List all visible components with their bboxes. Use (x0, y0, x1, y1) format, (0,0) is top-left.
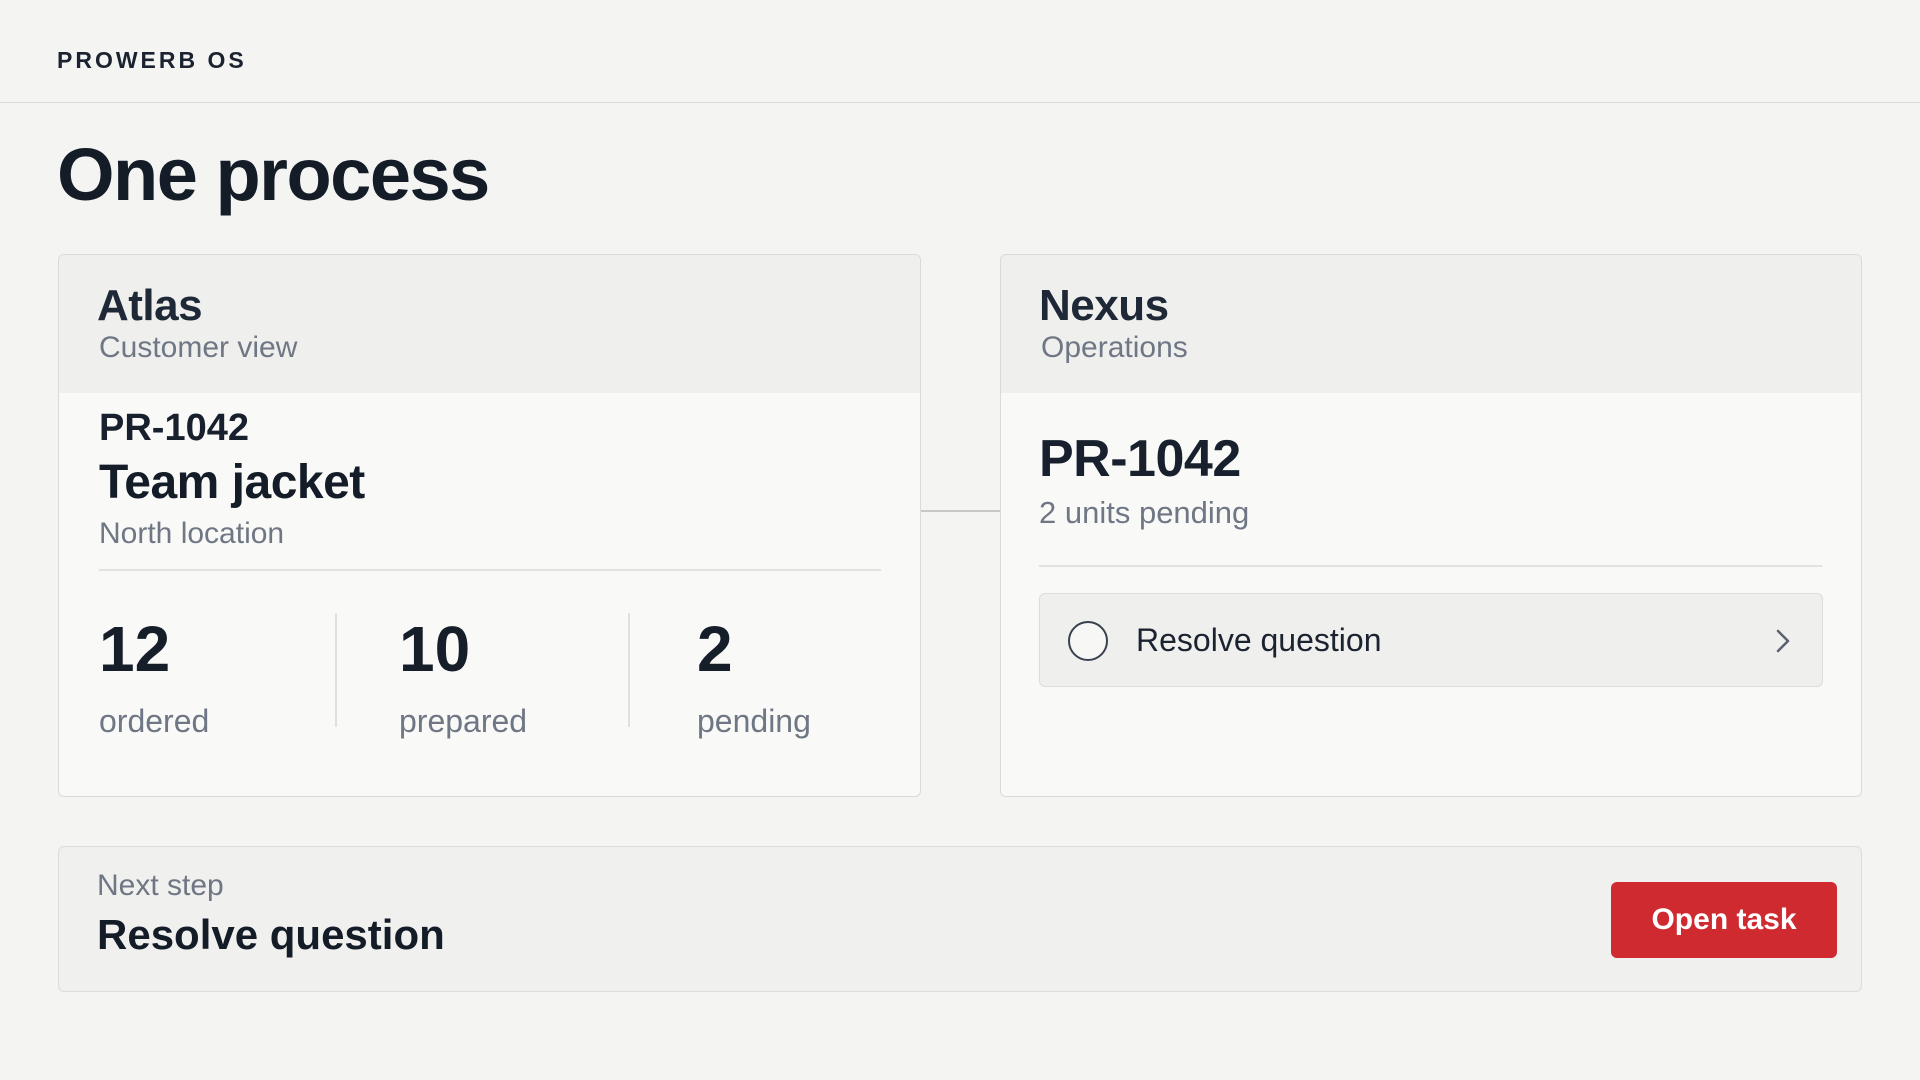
open-task-button[interactable]: Open task (1611, 882, 1837, 958)
nexus-divider (1039, 565, 1822, 567)
atlas-order-id: PR-1042 (99, 407, 249, 449)
next-step-title: Resolve question (97, 911, 445, 958)
stat-separator (335, 613, 337, 727)
stat-pending-label: pending (697, 703, 811, 739)
stat-ordered-value: 12 (99, 613, 171, 685)
atlas-location: North location (99, 517, 285, 550)
top-bar: PROWERB OS (0, 0, 1920, 103)
stat-pending-value: 2 (697, 613, 733, 685)
stat-prepared: 10 prepared (399, 605, 527, 740)
atlas-card-header: Atlas Customer view (59, 255, 920, 393)
nexus-card: Nexus Operations PR-1042 2 units pending… (1000, 254, 1862, 797)
stat-prepared-value: 10 (399, 613, 471, 685)
card-connector-line (921, 510, 1000, 512)
stat-prepared-label: prepared (399, 703, 528, 739)
brand-name: PROWERB OS (57, 47, 247, 73)
task-item-resolve-question[interactable]: Resolve question (1039, 593, 1823, 687)
atlas-divider (99, 569, 881, 571)
chevron-right-icon (1770, 624, 1796, 658)
atlas-card-title: Atlas (97, 281, 203, 330)
next-step-panel: Next step Resolve question Open task (58, 846, 1862, 992)
stat-ordered-label: ordered (99, 703, 210, 739)
stat-ordered: 12 ordered (99, 605, 209, 740)
nexus-pending-text: 2 units pending (1039, 495, 1250, 530)
task-radio-button[interactable] (1068, 621, 1108, 661)
atlas-card: Atlas Customer view PR-1042 Team jacket … (58, 254, 921, 797)
atlas-product-name: Team jacket (99, 456, 365, 509)
nexus-order-id: PR-1042 (1039, 430, 1241, 488)
page-title: One process (57, 133, 490, 216)
stat-pending: 2 pending (697, 605, 811, 740)
nexus-card-header: Nexus Operations (1001, 255, 1861, 393)
nexus-card-subtitle: Operations (1041, 331, 1188, 364)
task-item-label: Resolve question (1136, 622, 1382, 658)
stat-separator (628, 613, 630, 727)
nexus-card-title: Nexus (1039, 281, 1169, 330)
atlas-card-subtitle: Customer view (99, 331, 298, 364)
next-step-label: Next step (97, 869, 224, 902)
